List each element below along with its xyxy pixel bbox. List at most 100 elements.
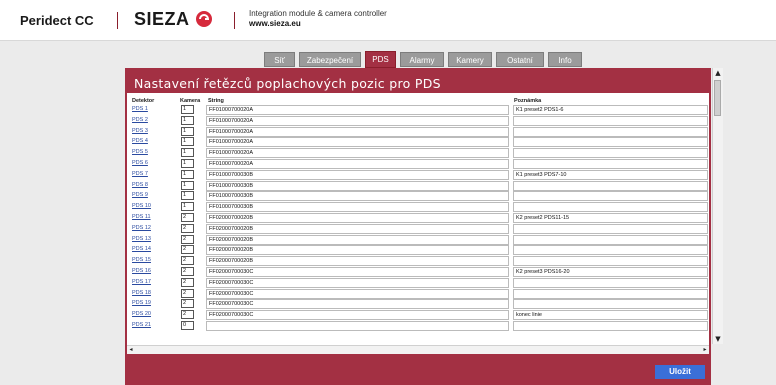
note-input[interactable] xyxy=(513,245,708,256)
string-input[interactable]: FF01000700030B xyxy=(206,180,509,191)
note-input[interactable] xyxy=(513,191,708,202)
string-input[interactable]: FF02000700030C xyxy=(206,310,509,321)
string-input[interactable]: FF01000700030B xyxy=(206,191,509,202)
detector-link[interactable]: PDS 13 xyxy=(132,236,151,242)
string-input[interactable]: FF01000700020A xyxy=(206,105,509,115)
detector-link[interactable]: PDS 18 xyxy=(132,290,151,296)
string-input[interactable]: FF01000700030B xyxy=(206,169,509,180)
detector-link[interactable]: PDS 15 xyxy=(132,257,151,263)
camera-input[interactable]: 1 xyxy=(181,105,194,114)
note-input[interactable] xyxy=(513,148,708,159)
detector-link[interactable]: PDS 1 xyxy=(132,106,148,112)
camera-input[interactable]: 1 xyxy=(181,202,194,212)
string-input[interactable]: FF01000700020A xyxy=(206,115,509,126)
camera-input[interactable]: 1 xyxy=(181,137,194,147)
string-input[interactable]: FF01000700020A xyxy=(206,148,509,159)
note-input[interactable] xyxy=(513,137,708,148)
camera-input[interactable]: 2 xyxy=(181,267,194,276)
note-input[interactable]: konec linie xyxy=(513,310,708,321)
note-input[interactable]: K2 preset2 PDS11-15 xyxy=(513,213,708,223)
detector-link[interactable]: PDS 7 xyxy=(132,171,148,177)
detector-link[interactable]: PDS 17 xyxy=(132,279,151,285)
detector-link[interactable]: PDS 14 xyxy=(132,246,151,252)
tab-alarmy[interactable]: Alarmy xyxy=(400,52,444,67)
string-input[interactable] xyxy=(206,321,509,331)
detector-link[interactable]: PDS 16 xyxy=(132,268,151,274)
note-input[interactable] xyxy=(513,115,708,126)
tab-ostatni[interactable]: Ostatní xyxy=(496,52,544,67)
table-row: PDS 6 1 FF01000700020A xyxy=(127,159,709,170)
camera-input[interactable]: 1 xyxy=(181,191,194,201)
camera-input[interactable]: 2 xyxy=(181,234,194,244)
string-input[interactable]: FF02000700030C xyxy=(206,277,509,288)
detector-link[interactable]: PDS 20 xyxy=(132,311,151,317)
camera-input[interactable]: 2 xyxy=(181,213,194,222)
detector-link[interactable]: PDS 9 xyxy=(132,192,148,198)
string-input[interactable]: FF02000700030C xyxy=(206,299,509,310)
detector-link[interactable]: PDS 2 xyxy=(132,117,148,123)
scroll-up-icon[interactable]: ▲ xyxy=(713,68,723,78)
detector-link[interactable]: PDS 4 xyxy=(132,138,148,144)
note-input[interactable]: K1 preset3 PDS7-10 xyxy=(513,169,708,180)
note-input[interactable] xyxy=(513,202,708,213)
scroll-left-icon[interactable]: ◂ xyxy=(127,346,135,354)
string-input[interactable]: FF02000700020B xyxy=(206,245,509,256)
note-input[interactable] xyxy=(513,223,708,234)
camera-input[interactable]: 2 xyxy=(181,288,194,298)
camera-input[interactable]: 1 xyxy=(181,180,194,190)
detector-link[interactable]: PDS 10 xyxy=(132,203,151,209)
note-input[interactable] xyxy=(513,256,708,267)
string-input[interactable]: FF02000700020B xyxy=(206,234,509,245)
note-input[interactable] xyxy=(513,321,708,331)
note-input[interactable] xyxy=(513,126,708,137)
string-input[interactable]: FF02000700020B xyxy=(206,256,509,267)
camera-input[interactable]: 2 xyxy=(181,277,194,287)
detector-link[interactable]: PDS 21 xyxy=(132,322,151,328)
note-input[interactable]: K1 preset2 PDS1-6 xyxy=(513,105,708,115)
string-input[interactable]: FF02000700020B xyxy=(206,213,509,223)
detector-link[interactable]: PDS 8 xyxy=(132,182,148,188)
note-input[interactable] xyxy=(513,288,708,299)
note-input[interactable]: K2 preset3 PDS16-20 xyxy=(513,267,708,277)
camera-input[interactable]: 2 xyxy=(181,245,194,255)
string-input[interactable]: FF01000700020A xyxy=(206,126,509,137)
detector-link[interactable]: PDS 3 xyxy=(132,128,148,134)
tab-zabezpeceni[interactable]: Zabezpečení xyxy=(299,52,361,67)
string-input[interactable]: FF02000700020B xyxy=(206,223,509,234)
save-button[interactable]: Uložit xyxy=(655,365,705,379)
horizontal-scrollbar[interactable]: ◂ ▸ xyxy=(127,345,709,354)
note-input[interactable] xyxy=(513,159,708,169)
tab-sit[interactable]: Síť xyxy=(264,52,295,67)
tab-kamery[interactable]: Kamery xyxy=(448,52,492,67)
camera-input[interactable]: 1 xyxy=(181,115,194,125)
detector-link[interactable]: PDS 12 xyxy=(132,225,151,231)
camera-input[interactable]: 2 xyxy=(181,299,194,309)
note-input[interactable] xyxy=(513,299,708,310)
note-input[interactable] xyxy=(513,180,708,191)
string-input[interactable]: FF02000700030C xyxy=(206,288,509,299)
camera-input[interactable]: 1 xyxy=(181,159,194,168)
camera-input[interactable]: 2 xyxy=(181,256,194,266)
string-input[interactable]: FF01000700030B xyxy=(206,202,509,213)
vertical-scroll-thumb[interactable] xyxy=(714,80,721,116)
string-input[interactable]: FF01000700020A xyxy=(206,159,509,169)
detector-link[interactable]: PDS 5 xyxy=(132,149,148,155)
tab-pds[interactable]: PDS xyxy=(365,51,396,68)
camera-input[interactable]: 2 xyxy=(181,310,194,320)
detector-link[interactable]: PDS 11 xyxy=(132,214,151,220)
tab-info[interactable]: Info xyxy=(548,52,582,67)
detector-link[interactable]: PDS 19 xyxy=(132,300,151,306)
vertical-scrollbar[interactable]: ▲ ▼ xyxy=(712,68,723,344)
camera-input[interactable]: 1 xyxy=(181,148,194,158)
camera-input[interactable]: 1 xyxy=(181,126,194,136)
scroll-right-icon[interactable]: ▸ xyxy=(701,346,709,354)
scroll-down-icon[interactable]: ▼ xyxy=(713,334,723,344)
detector-link[interactable]: PDS 6 xyxy=(132,160,148,166)
camera-input[interactable]: 1 xyxy=(181,169,194,179)
camera-input[interactable]: 0 xyxy=(181,321,194,330)
string-input[interactable]: FF01000700020A xyxy=(206,137,509,148)
note-input[interactable] xyxy=(513,277,708,288)
camera-input[interactable]: 2 xyxy=(181,223,194,233)
note-input[interactable] xyxy=(513,234,708,245)
string-input[interactable]: FF02000700030C xyxy=(206,267,509,277)
